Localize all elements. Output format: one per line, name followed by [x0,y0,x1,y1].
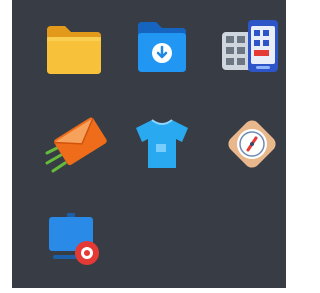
app-drawer [12,0,286,288]
app-icon-mail[interactable] [34,104,114,184]
mail-envelope-icon [45,117,107,173]
tshirt-icon [136,119,188,168]
keypad-phone-icon [222,20,278,72]
app-icon-screen-recorder[interactable] [34,200,114,280]
screen-record-icon [49,213,99,265]
yellow-folder-icon [47,26,101,74]
app-icon-compass[interactable] [212,104,292,184]
download-folder-icon [138,22,186,72]
compass-badge-icon [228,120,276,168]
app-icon-downloads[interactable] [122,8,202,88]
app-icon-dialer[interactable] [212,8,292,88]
app-icon-themes[interactable] [122,104,202,184]
app-icon-files[interactable] [34,8,114,88]
